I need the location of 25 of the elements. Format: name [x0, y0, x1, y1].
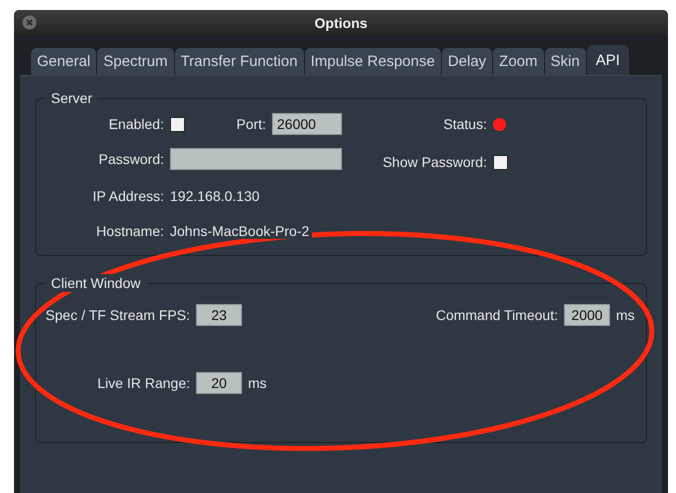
field-label: Status:: [443, 116, 487, 132]
port-field[interactable]: 26000: [272, 113, 342, 135]
group-title: Client Window: [45, 274, 146, 292]
tab[interactable]: Delay: [440, 47, 494, 75]
tab[interactable]: Spectrum: [96, 47, 175, 75]
unit-label: ms: [616, 307, 636, 323]
field-label: Show Password:: [382, 154, 487, 170]
checkbox[interactable]: [170, 116, 185, 132]
field-value: Johns-MacBook-Pro-2: [170, 223, 312, 239]
tab[interactable]: Transfer Function: [174, 47, 305, 75]
tab[interactable]: Impulse Response: [304, 47, 442, 75]
password-field[interactable]: [170, 148, 342, 170]
tab[interactable]: Zoom: [492, 47, 545, 75]
tab[interactable]: General: [30, 47, 98, 75]
window-title: Options: [314, 14, 368, 30]
fps-field[interactable]: 23: [196, 304, 242, 326]
field-value: 192.168.0.130: [170, 188, 261, 204]
timeout-field[interactable]: 2000: [564, 304, 610, 326]
close-icon[interactable]: [22, 15, 37, 30]
field-label: Port:: [236, 116, 266, 132]
tab[interactable]: Skin: [544, 47, 587, 75]
tab[interactable]: API: [586, 44, 630, 75]
range-field[interactable]: 20: [196, 372, 242, 394]
unit-label: ms: [248, 375, 267, 391]
checkbox[interactable]: [493, 154, 508, 170]
